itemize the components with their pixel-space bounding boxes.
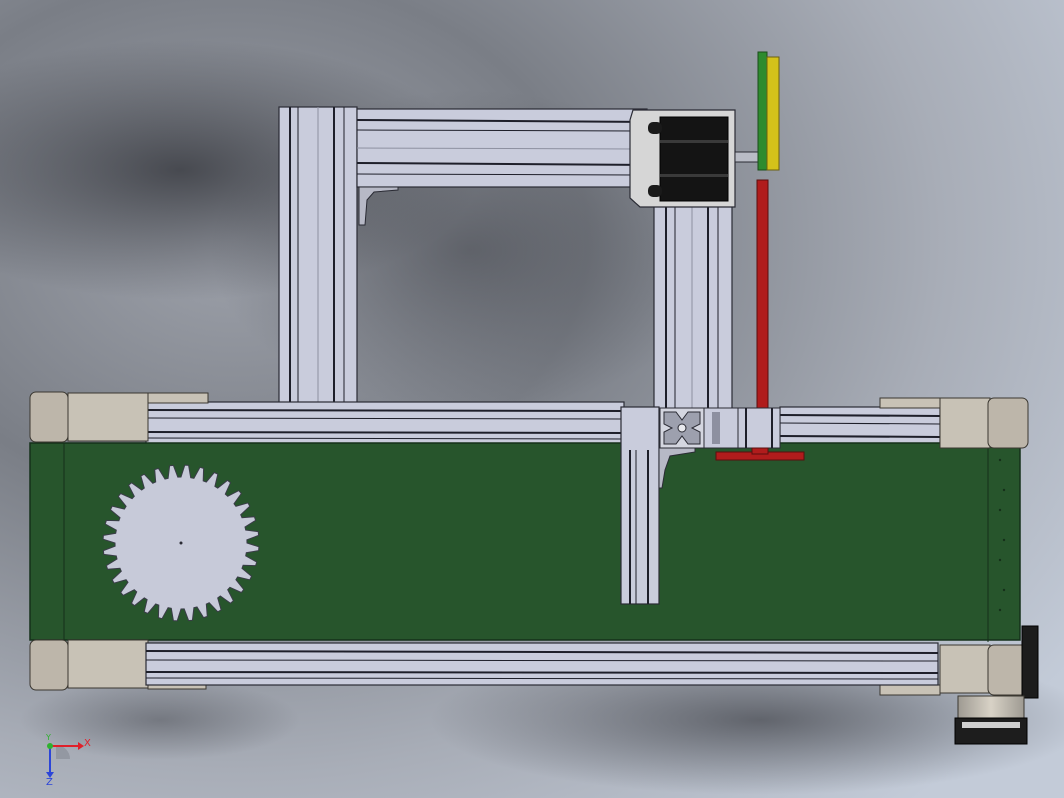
red-rod[interactable] (756, 179, 769, 409)
extrusion-cross-section[interactable] (659, 407, 781, 449)
z-axis-label: Z (46, 777, 53, 788)
motor-slot (648, 185, 662, 197)
cad-canvas[interactable] (0, 0, 1064, 798)
right-vertical-extrusion[interactable] (653, 204, 733, 411)
drive-motor-edge (1021, 625, 1039, 699)
gear-center (179, 541, 183, 545)
green-yellow-plate[interactable] (757, 51, 780, 171)
y-axis-label: Y (46, 733, 51, 742)
middle-horizontal-extrusion[interactable] (145, 401, 941, 448)
motor-shaft (734, 151, 762, 163)
left-vertical-extrusion[interactable] (278, 106, 358, 406)
cad-viewport[interactable]: X Y Z (0, 0, 1064, 798)
motor-slot (648, 122, 662, 134)
motor-body (659, 116, 729, 202)
drive-pulley[interactable] (954, 695, 1028, 745)
x-axis-label: X (84, 738, 91, 749)
bottom-horizontal-extrusion[interactable] (145, 642, 939, 686)
y-axis-dot (47, 743, 53, 749)
top-horizontal-extrusion[interactable] (356, 108, 648, 188)
